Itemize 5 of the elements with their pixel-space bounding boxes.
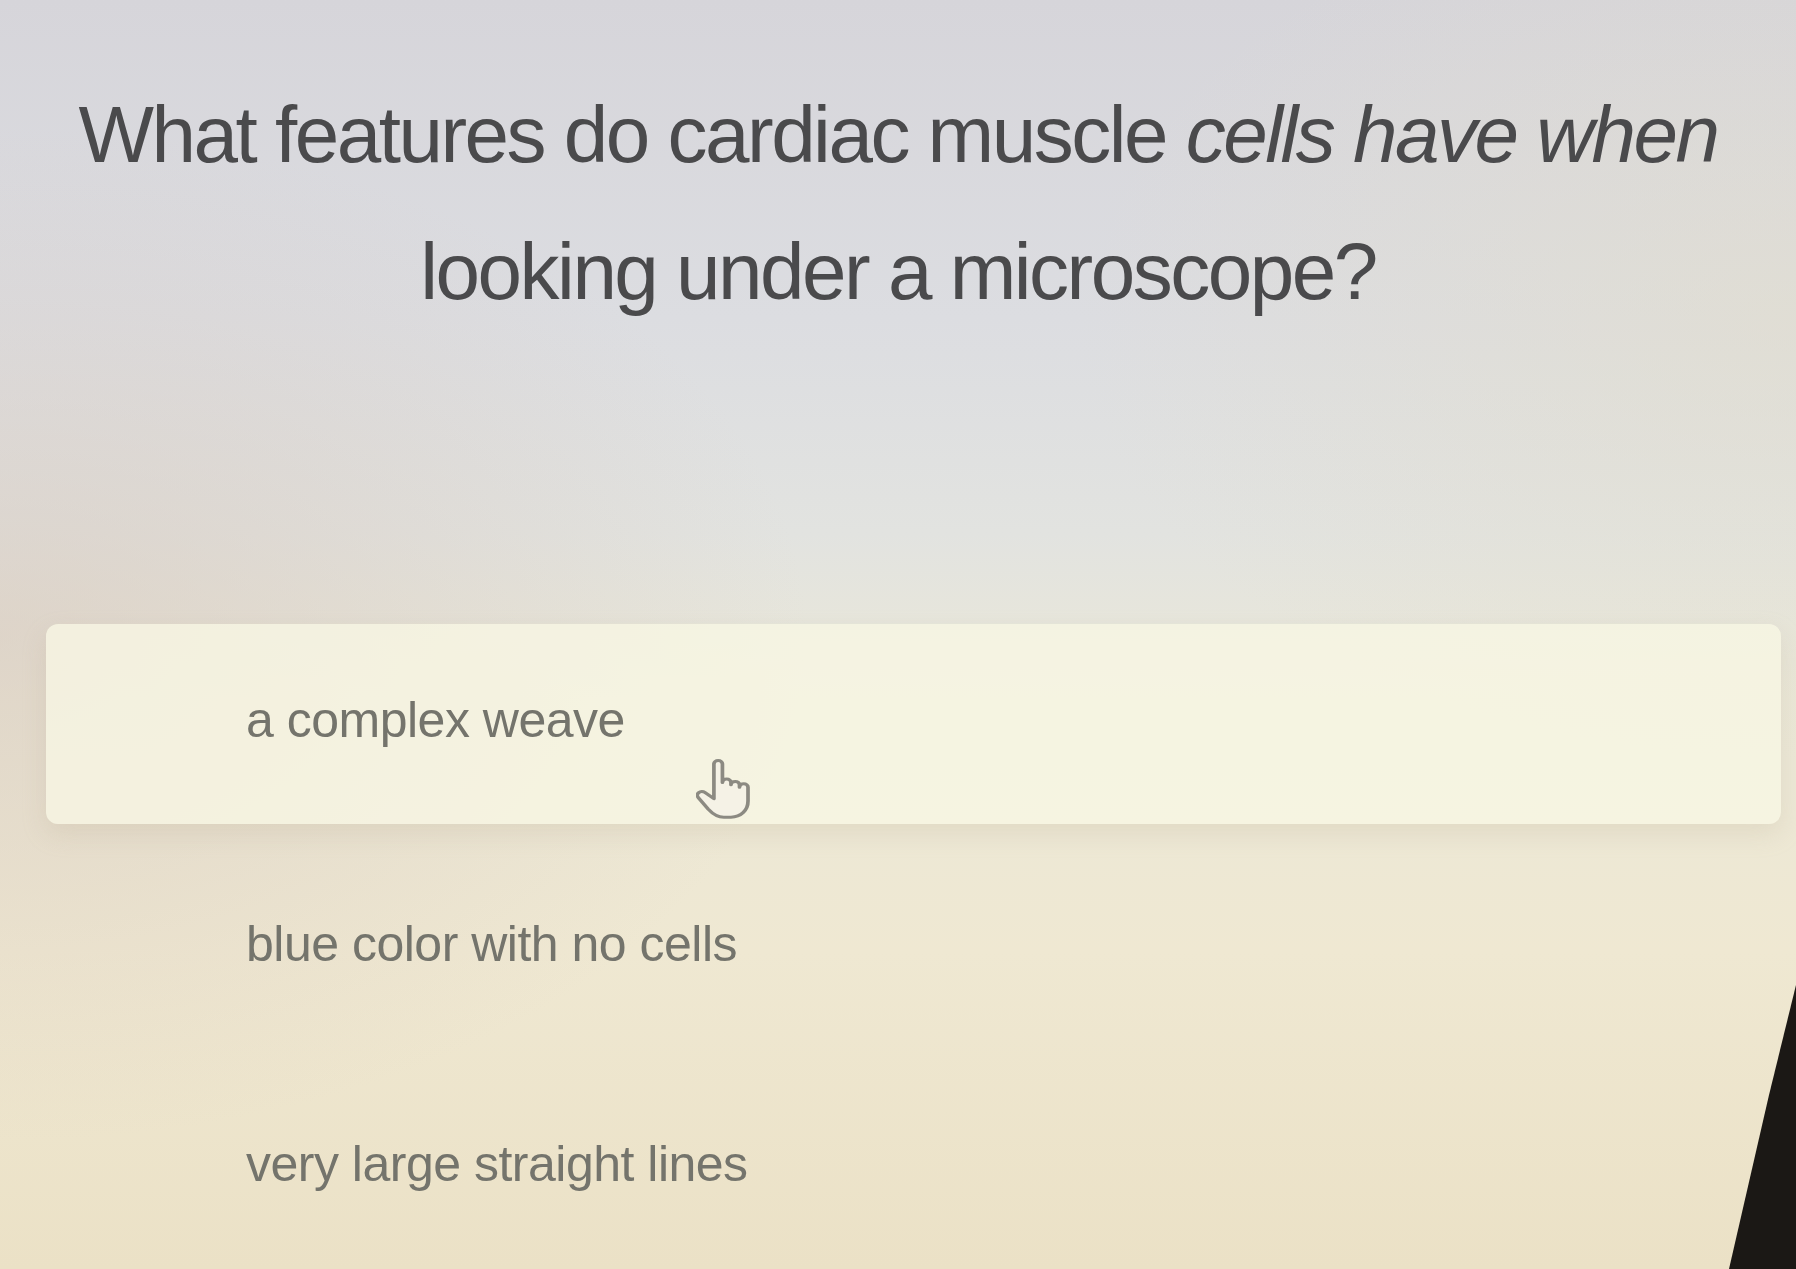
answer-option[interactable]: blue color with no cells: [246, 915, 738, 973]
answer-option[interactable]: very large straight lines: [246, 1135, 748, 1193]
hand-pointer-icon: [696, 759, 750, 819]
answer-option[interactable]: a complex weave: [46, 624, 1781, 824]
question-text: What features do cardiac muscle cells have when looking under a microscope?: [77, 89, 1719, 318]
